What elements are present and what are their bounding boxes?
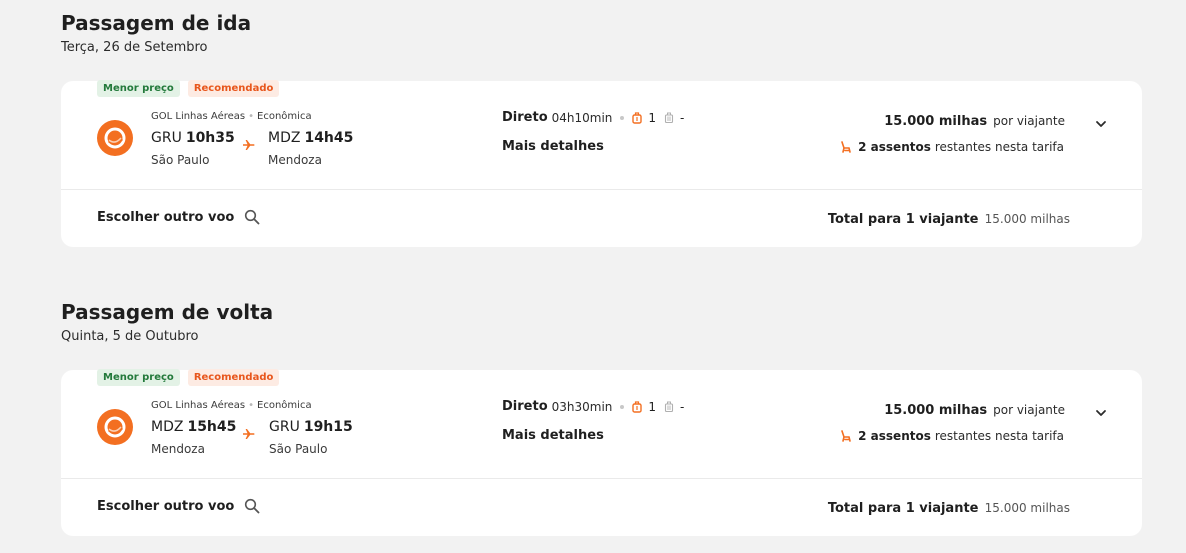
checked-bag-icon bbox=[632, 111, 643, 124]
departure-time: 15h45 bbox=[187, 419, 237, 435]
destination-city: São Paulo bbox=[269, 442, 328, 456]
inbound-title: Passagem de volta bbox=[61, 300, 274, 324]
seats-remaining: 2 assentos restantes nesta tarifa bbox=[840, 429, 1064, 443]
cabin-class: Econômica bbox=[257, 400, 312, 411]
card-divider bbox=[61, 189, 1142, 190]
total-value: 15.000 milhas bbox=[984, 212, 1070, 226]
carry-on-bag-icon bbox=[664, 401, 674, 412]
departure-time: 10h35 bbox=[185, 130, 235, 146]
checked-bag-icon bbox=[632, 400, 643, 413]
carry-on-value: - bbox=[680, 399, 685, 414]
price-miles: 15.000 milhas bbox=[884, 114, 988, 129]
destination-code: MDZ bbox=[268, 130, 301, 146]
destination-city: Mendoza bbox=[268, 153, 322, 167]
outbound-flight-card: Menor preço Recomendado GOL Linhas Aérea… bbox=[61, 80, 1142, 247]
checked-bag-count: 1 bbox=[648, 110, 657, 125]
carry-on-bag-icon bbox=[664, 112, 674, 123]
direct-label: Direto bbox=[502, 110, 548, 125]
carry-on-value: - bbox=[680, 110, 685, 125]
gol-logo-icon bbox=[97, 120, 133, 156]
airline-info: GOL Linhas Aéreas • Econômica bbox=[151, 400, 312, 411]
arrival-time: 19h15 bbox=[303, 419, 353, 435]
separator-dot bbox=[620, 115, 625, 120]
choose-other-flight-label: Escolher outro voo bbox=[97, 209, 235, 225]
destination-leg: GRU 19h15 bbox=[269, 419, 353, 435]
price-miles: 15.000 milhas bbox=[884, 403, 988, 418]
flight-info: Direto 03h30min 1 - bbox=[502, 399, 684, 414]
seat-icon bbox=[841, 430, 851, 442]
total-value: 15.000 milhas bbox=[984, 501, 1070, 515]
destination-leg: MDZ 14h45 bbox=[268, 130, 353, 146]
search-icon bbox=[245, 498, 260, 514]
seat-icon bbox=[841, 141, 851, 153]
separator-dot: • bbox=[248, 111, 255, 122]
origin-code: GRU bbox=[151, 130, 182, 146]
lowest-price-badge: Menor preço bbox=[97, 80, 180, 97]
airplane-icon bbox=[243, 429, 255, 439]
total-price: Total para 1 viajante 15.000 milhas bbox=[828, 212, 1070, 227]
airplane-icon bbox=[243, 140, 255, 150]
search-icon bbox=[245, 209, 260, 225]
price-per-traveler: por viajante bbox=[993, 114, 1065, 128]
choose-other-flight-label: Escolher outro voo bbox=[97, 498, 235, 514]
origin-city: Mendoza bbox=[151, 442, 205, 456]
checked-bag-count: 1 bbox=[648, 399, 657, 414]
seats-count: 2 assentos bbox=[858, 429, 931, 443]
chevron-down-icon[interactable] bbox=[1094, 117, 1108, 131]
gol-logo-icon bbox=[97, 409, 133, 445]
flight-duration: 04h10min bbox=[551, 110, 613, 125]
choose-other-flight-button[interactable]: Escolher outro voo bbox=[97, 498, 260, 514]
total-label: Total para 1 viajante bbox=[827, 212, 979, 227]
recommended-badge: Recomendado bbox=[187, 369, 280, 386]
seats-remaining-text: restantes nesta tarifa bbox=[934, 140, 1064, 154]
lowest-price-badge: Menor preço bbox=[97, 369, 180, 386]
arrival-time: 14h45 bbox=[304, 130, 354, 146]
badges: Menor preço Recomendado bbox=[97, 80, 280, 97]
flight-info: Direto 04h10min 1 - bbox=[502, 110, 684, 125]
chevron-down-icon[interactable] bbox=[1094, 406, 1108, 420]
total-price: Total para 1 viajante 15.000 milhas bbox=[828, 501, 1070, 516]
separator-dot: • bbox=[248, 400, 255, 411]
badges: Menor preço Recomendado bbox=[97, 369, 280, 386]
inbound-date: Quinta, 5 de Outubro bbox=[61, 329, 199, 344]
card-divider bbox=[61, 478, 1142, 479]
cabin-class: Econômica bbox=[257, 111, 312, 122]
destination-code: GRU bbox=[269, 419, 300, 435]
airline-name: GOL Linhas Aéreas bbox=[151, 111, 246, 122]
origin-code: MDZ bbox=[151, 419, 184, 435]
total-label: Total para 1 viajante bbox=[827, 501, 979, 516]
price-per-traveler: por viajante bbox=[993, 403, 1065, 417]
origin-leg: MDZ 15h45 bbox=[151, 419, 236, 435]
more-details-link[interactable]: Mais detalhes bbox=[502, 139, 604, 154]
direct-label: Direto bbox=[502, 399, 548, 414]
seats-remaining-text: restantes nesta tarifa bbox=[934, 429, 1064, 443]
inbound-flight-card: Menor preço Recomendado GOL Linhas Aérea… bbox=[61, 369, 1142, 536]
flight-duration: 03h30min bbox=[551, 399, 613, 414]
price-row: 15.000 milhas por viajante bbox=[884, 403, 1065, 418]
separator-dot bbox=[620, 404, 625, 409]
outbound-date: Terça, 26 de Setembro bbox=[61, 40, 208, 55]
choose-other-flight-button[interactable]: Escolher outro voo bbox=[97, 209, 260, 225]
seats-count: 2 assentos bbox=[858, 140, 931, 154]
price-row: 15.000 milhas por viajante bbox=[884, 114, 1065, 129]
more-details-link[interactable]: Mais detalhes bbox=[502, 428, 604, 443]
origin-city: São Paulo bbox=[151, 153, 210, 167]
airline-info: GOL Linhas Aéreas • Econômica bbox=[151, 111, 312, 122]
origin-leg: GRU 10h35 bbox=[151, 130, 235, 146]
airline-name: GOL Linhas Aéreas bbox=[151, 400, 246, 411]
outbound-title: Passagem de ida bbox=[61, 11, 252, 35]
recommended-badge: Recomendado bbox=[187, 80, 280, 97]
seats-remaining: 2 assentos restantes nesta tarifa bbox=[840, 140, 1064, 154]
